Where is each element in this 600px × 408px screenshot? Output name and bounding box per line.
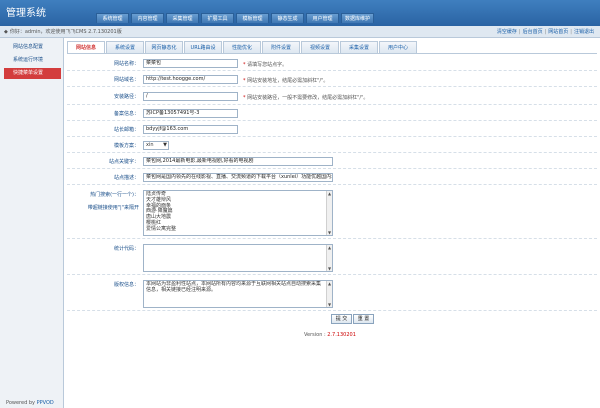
hot-search-textarea[interactable]: 陆贞传奇 天才雄辩风 幸福的面条 西游·降魔篇 唐山大地震 樱桃红 爱情公寓完整…	[143, 190, 333, 236]
template-select[interactable]: xin ▼	[143, 141, 169, 150]
tab-performance[interactable]: 性能优化	[223, 41, 261, 53]
tab-static-pages[interactable]: 网页静态化	[145, 41, 183, 53]
tab-user-center[interactable]: 用户中心	[379, 41, 417, 53]
tab-collect-settings[interactable]: 采集设置	[340, 41, 378, 53]
clear-cache-link[interactable]: 清空缓存	[497, 26, 517, 38]
site-home-link[interactable]: 网站首页	[548, 26, 568, 38]
copyright-textarea[interactable]: 本网站为非盈利性站点，本网站所有内容均来源于互联网相关站点自动搜索采集信息，相关…	[143, 280, 333, 308]
sidebar-item-site-config[interactable]: 网站信息配置	[4, 42, 61, 53]
powered-brand-link[interactable]: PPVOD	[37, 400, 54, 406]
tab-system-settings[interactable]: 系统设置	[106, 41, 144, 53]
nav-template-manage[interactable]: 模板管理	[236, 13, 269, 23]
install-path-hint: * 网站安装路径，一般不需要修改，结尾必需加斜杠"/"。	[243, 95, 369, 101]
site-name-row: 网站名称： 菜菜包 * 请填写您站点字。	[67, 57, 597, 71]
template-row: 模板方案： xin ▼	[67, 139, 597, 153]
top-header: 管理系统 系统管理 内容管理 采集管理 扩展工具 模板管理 静态生成 用户管理 …	[0, 0, 600, 26]
stats-row: 统计代码： ▲ ▼	[67, 241, 597, 275]
scroll-down-icon: ▼	[327, 266, 332, 271]
stats-label: 统计代码：	[113, 246, 139, 252]
nav-system-manage[interactable]: 系统管理	[96, 13, 129, 23]
site-name-input[interactable]: 菜菜包	[143, 59, 238, 68]
copyright-label: 版权信息：	[113, 282, 139, 288]
quick-links: 清空缓存 | 后台首页 | 网站首页 | 注销退出	[497, 26, 594, 38]
nav-content-manage[interactable]: 内容管理	[131, 13, 164, 23]
tab-url-routing[interactable]: URL路由设	[184, 41, 222, 53]
keywords-row: 站点关键字： 菜包网,2014最新电影,最新电视剧,好看的电视剧	[67, 155, 597, 169]
app-logo: 管理系统	[6, 8, 46, 19]
powered-by: Powered by PPVOD	[6, 400, 54, 406]
hot-search-label: 热门搜索(一行一个)：	[90, 192, 139, 198]
nav-static-generate[interactable]: 静态生成	[271, 13, 304, 23]
user-icon: ◆	[4, 29, 8, 35]
logout-link[interactable]: 注销退出	[574, 26, 594, 38]
site-info-form: 网站名称： 菜菜包 * 请填写您站点字。 网站域名： http://test.h…	[67, 53, 597, 311]
install-path-input[interactable]: /	[143, 92, 238, 101]
site-domain-row: 网站域名： http://test.hoogge.com/ * 网站安装地址，结…	[67, 73, 597, 87]
email-input[interactable]: bdyyjf@163.com	[143, 125, 238, 134]
reset-button[interactable]: 重 置	[353, 314, 374, 324]
keywords-input[interactable]: 菜包网,2014最新电影,最新电视剧,好看的电视剧	[143, 157, 333, 166]
icp-row: 备案信息： 苏ICP备13057491号-3	[67, 107, 597, 121]
icp-label: 备案信息：	[113, 111, 139, 117]
site-name-hint: * 请填写您站点字。	[243, 62, 288, 68]
sidebar-item-shortcut-menu[interactable]: 快捷菜单设置	[4, 68, 61, 79]
form-actions: 提 交 重 置	[331, 314, 374, 324]
tab-attachments[interactable]: 附件设置	[262, 41, 300, 53]
settings-tabs: 网站信息 系统设置 网页静态化 URL路由设 性能优化 附件设置 视频设置 采集…	[67, 41, 417, 53]
description-row: 站点描述： 菜包网是国内领先的在线影视、直播、交流频道的下载平台（xunlei）…	[67, 171, 597, 185]
stats-textarea[interactable]: ▲ ▼	[143, 244, 333, 272]
sidebar: 网站信息配置 系统运行环境 快捷菜单设置 Powered by PPVOD	[0, 38, 64, 408]
template-label: 模板方案：	[113, 143, 139, 149]
textarea-scrollbar[interactable]: ▲ ▼	[326, 245, 332, 271]
description-input[interactable]: 菜包网是国内领先的在线影视、直播、交流频道的下载平台（xunlei）功能优越国内…	[143, 173, 333, 182]
copyright-row: 版权信息： 本网站为非盈利性站点，本网站所有内容均来源于互联网相关站点自动搜索采…	[67, 277, 597, 311]
submit-button[interactable]: 提 交	[331, 314, 352, 324]
top-navigation: 系统管理 内容管理 采集管理 扩展工具 模板管理 静态生成 用户管理 数据库维护	[96, 13, 374, 23]
scroll-up-icon: ▲	[327, 281, 332, 286]
site-domain-input[interactable]: http://test.hoogge.com/	[143, 75, 238, 84]
separator: |	[518, 29, 521, 35]
email-row: 站长邮箱： bdyyjf@163.com	[67, 123, 597, 137]
welcome-area: ◆ 你好：admin，欢迎使用飞飞CMS 2.7.130201版	[4, 26, 122, 38]
nav-extend-tools[interactable]: 扩展工具	[201, 13, 234, 23]
user-bar: ◆ 你好：admin，欢迎使用飞飞CMS 2.7.130201版 清空缓存 | 后…	[0, 26, 600, 38]
textarea-scrollbar[interactable]: ▲ ▼	[326, 281, 332, 307]
admin-home-link[interactable]: 后台首页	[523, 26, 543, 38]
main-content: 网站信息 系统设置 网页静态化 URL路由设 性能优化 附件设置 视频设置 采集…	[64, 38, 600, 408]
email-label: 站长邮箱：	[113, 127, 139, 133]
hot-search-row: 热门搜索(一行一个)： 带超链接使用"|"来隔开 陆贞传奇 天才雄辩风 幸福的面…	[67, 187, 597, 239]
tab-site-info[interactable]: 网站信息	[67, 41, 105, 53]
scroll-up-icon: ▲	[327, 191, 332, 196]
hot-search-sublabel: 带超链接使用"|"来隔开	[87, 205, 139, 211]
nav-collect-manage[interactable]: 采集管理	[166, 13, 199, 23]
chevron-down-icon: ▼	[163, 142, 167, 148]
nav-database-maintain[interactable]: 数据库维护	[341, 13, 374, 23]
install-path-row: 安装路径： / * 网站安装路径，一般不需要修改，结尾必需加斜杠"/"。	[67, 89, 597, 105]
textarea-scrollbar[interactable]: ▲ ▼	[326, 191, 332, 235]
separator: |	[570, 29, 572, 35]
tab-video-settings[interactable]: 视频设置	[301, 41, 339, 53]
welcome-text: 你好：admin，欢迎使用飞飞CMS 2.7.130201版	[9, 29, 122, 35]
scroll-up-icon: ▲	[327, 245, 332, 250]
site-domain-label: 网站域名：	[113, 77, 139, 83]
install-path-label: 安装路径：	[113, 94, 139, 100]
site-name-label: 网站名称：	[113, 61, 139, 67]
site-domain-hint: * 网站安装地址，结尾必需加斜杠"/"。	[243, 78, 329, 84]
scroll-down-icon: ▼	[327, 302, 332, 307]
description-label: 站点描述：	[113, 175, 139, 181]
sidebar-item-runtime-env[interactable]: 系统运行环境	[4, 55, 61, 66]
version-info: Version : 2.7.130201	[304, 332, 356, 338]
icp-input[interactable]: 苏ICP备13057491号-3	[143, 109, 238, 118]
separator: |	[544, 29, 547, 35]
keywords-label: 站点关键字：	[108, 159, 139, 165]
scroll-down-icon: ▼	[327, 230, 332, 235]
nav-user-manage[interactable]: 用户管理	[306, 13, 339, 23]
